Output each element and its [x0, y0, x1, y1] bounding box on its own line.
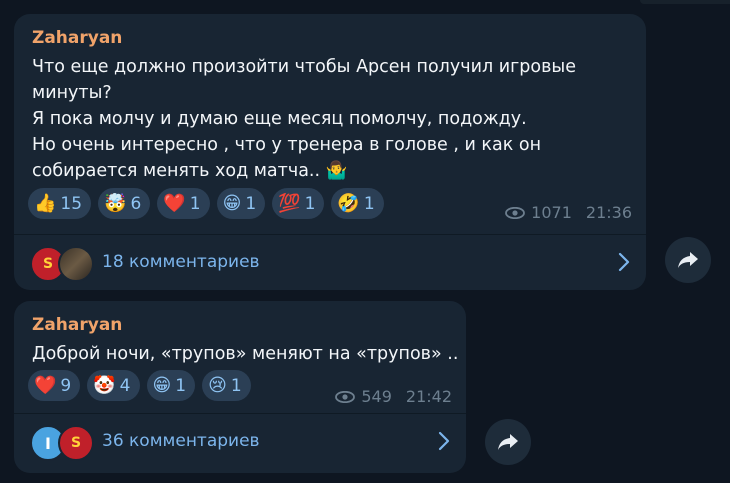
reaction-count: 1: [230, 375, 242, 396]
rofl-icon: 🤣: [337, 192, 360, 214]
message-text: Что еще должно произойти чтобы Арсен пол…: [32, 57, 576, 181]
divider: [14, 234, 646, 235]
commenter-avatars: [30, 242, 100, 282]
avatar: [58, 425, 94, 461]
reaction-count: 1: [304, 193, 316, 214]
reactions-bar: 👍 15 🤯 6 ❤️ 1 😁 1 💯 1 🤣 1: [28, 188, 384, 219]
grin-icon: 😁: [222, 192, 242, 214]
reaction-count: 1: [175, 375, 187, 396]
reaction-count: 6: [130, 193, 142, 214]
author-name[interactable]: Zaharyan: [32, 315, 122, 335]
reaction-count: 15: [60, 193, 83, 214]
forward-button[interactable]: [665, 237, 711, 283]
reaction-rofl[interactable]: 🤣 1: [331, 188, 384, 219]
message-time: 21:36: [585, 203, 632, 222]
message-text: Доброй ночи, «трупов» меняют на «трупов»…: [32, 344, 459, 364]
reaction-count: 1: [245, 193, 257, 214]
reaction-count: 4: [119, 375, 131, 396]
comments-count-label: 36 комментариев: [102, 431, 260, 451]
reaction-count: 9: [60, 375, 72, 396]
comments-button[interactable]: 18 комментариев: [14, 236, 646, 288]
message-time: 21:42: [405, 387, 452, 406]
reaction-hundred[interactable]: 💯 1: [272, 188, 325, 219]
heart-icon: ❤️: [34, 374, 57, 396]
avatar: [58, 246, 94, 282]
message-bubble[interactable]: Zaharyan Доброй ночи, «трупов» меняют на…: [14, 301, 466, 473]
view-count: 1071: [531, 203, 572, 222]
message-bubble[interactable]: Zaharyan Что еще должно произойти чтобы …: [14, 14, 646, 290]
reaction-clown[interactable]: 🤡 4: [87, 370, 140, 401]
chevron-right-icon: [438, 431, 450, 451]
message-meta: 1071 21:36: [505, 203, 632, 222]
view-count: 549: [361, 387, 392, 406]
reaction-count: 1: [189, 193, 201, 214]
reaction-grin[interactable]: 😁 1: [216, 188, 266, 219]
grin-icon: 😁: [152, 374, 172, 396]
reaction-exploding-head[interactable]: 🤯 6: [98, 188, 151, 219]
share-arrow-icon: [498, 434, 518, 450]
eye-icon: [505, 206, 526, 219]
chevron-right-icon: [618, 252, 630, 272]
share-arrow-icon: [678, 252, 698, 268]
reaction-heart[interactable]: ❤️ 1: [157, 188, 210, 219]
reaction-grin[interactable]: 😁 1: [146, 370, 196, 401]
clown-icon: 🤡: [93, 374, 116, 396]
reaction-heart[interactable]: ❤️ 9: [28, 370, 81, 401]
forward-button[interactable]: [485, 419, 531, 465]
eye-icon: [335, 390, 356, 403]
reactions-bar: ❤️ 9 🤡 4 😁 1 😢 1: [28, 370, 251, 401]
reaction-thumbs-up[interactable]: 👍 15: [28, 188, 92, 219]
commenter-avatars: I: [30, 421, 100, 461]
divider: [14, 413, 466, 414]
reaction-count: 1: [363, 193, 375, 214]
heart-icon: ❤️: [163, 192, 186, 214]
author-name[interactable]: Zaharyan: [32, 28, 122, 48]
message-meta: 549 21:42: [335, 387, 452, 406]
comments-count-label: 18 комментариев: [102, 252, 260, 272]
reaction-cry[interactable]: 😢 1: [202, 370, 251, 401]
crying-face-icon: 😢: [208, 374, 227, 396]
exploding-head-icon: 🤯: [104, 192, 127, 214]
thumbs-up-icon: 👍: [34, 192, 57, 214]
previous-message-edge: [640, 0, 730, 4]
hundred-points-icon: 💯: [278, 192, 301, 214]
comments-button[interactable]: I 36 комментариев: [14, 415, 466, 467]
